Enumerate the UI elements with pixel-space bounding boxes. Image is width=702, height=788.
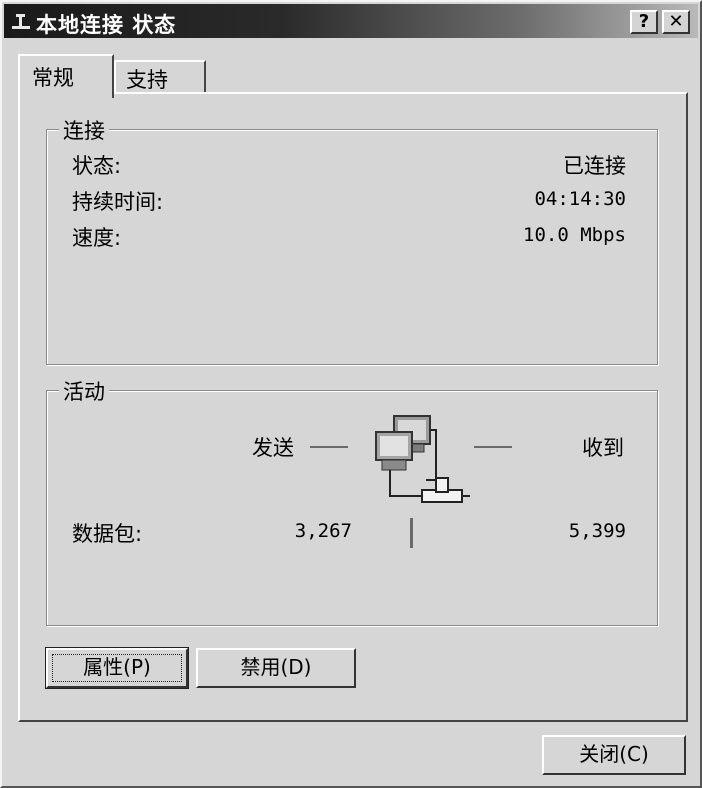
window-title: 本地连接 状态 xyxy=(36,13,177,37)
help-button[interactable]: ? xyxy=(630,10,658,34)
network-connection-icon xyxy=(12,14,30,29)
tab-panel xyxy=(18,92,688,722)
tab-general-label: 常规 xyxy=(32,66,74,90)
title-bar[interactable]: 本地连接 状态 ? ✕ xyxy=(4,4,698,38)
tab-general[interactable]: 常规 xyxy=(18,54,114,98)
close-button[interactable]: 关闭(C) xyxy=(542,735,686,775)
tab-support[interactable]: 支持 xyxy=(114,60,206,94)
status-dialog: 本地连接 状态 ? ✕ 常规 支持 连接 状态: 已连接 持续时间: 04:14… xyxy=(0,0,702,788)
close-window-button[interactable]: ✕ xyxy=(662,10,690,34)
tab-support-label: 支持 xyxy=(126,68,168,92)
close-label: 关闭(C) xyxy=(579,742,649,766)
